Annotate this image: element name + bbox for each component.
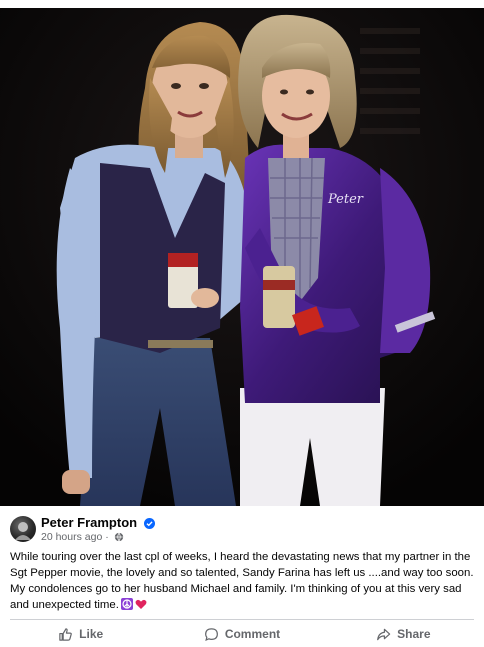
- red-heart-icon: [135, 598, 147, 615]
- author-name[interactable]: Peter Frampton: [41, 515, 137, 530]
- post-actions: Like Comment Share: [0, 622, 484, 646]
- photo-illustration: Peter: [0, 8, 484, 506]
- facebook-post: Peter Peter Frampton 20 hours ago · Whil…: [0, 0, 484, 647]
- share-icon: [377, 628, 391, 640]
- post-header: Peter Frampton 20 hours ago ·: [10, 514, 474, 544]
- globe-icon: [114, 532, 124, 545]
- comment-icon: [204, 627, 218, 641]
- author-name-row: Peter Frampton: [41, 515, 155, 532]
- share-label: Share: [397, 627, 431, 641]
- post-photo[interactable]: Peter: [0, 8, 484, 506]
- post-meta: 20 hours ago ·: [41, 531, 124, 545]
- like-label: Like: [79, 627, 104, 641]
- actions-divider: [10, 619, 474, 620]
- like-icon: [59, 627, 72, 641]
- post-text: While touring over the last cpl of weeks…: [10, 549, 474, 615]
- comment-button[interactable]: Comment: [161, 622, 322, 646]
- post-body: While touring over the last cpl of weeks…: [10, 551, 474, 611]
- share-button[interactable]: Share: [323, 622, 484, 646]
- comment-label: Comment: [224, 627, 281, 641]
- top-strip: [0, 0, 484, 8]
- like-button[interactable]: Like: [0, 622, 161, 646]
- meta-separator: ·: [102, 531, 112, 543]
- jacket-lettering: Peter: [327, 192, 364, 207]
- peace-icon: [120, 598, 133, 615]
- author-avatar[interactable]: [10, 516, 36, 542]
- verified-badge-icon: [143, 517, 155, 532]
- post-timestamp[interactable]: 20 hours ago: [41, 531, 102, 543]
